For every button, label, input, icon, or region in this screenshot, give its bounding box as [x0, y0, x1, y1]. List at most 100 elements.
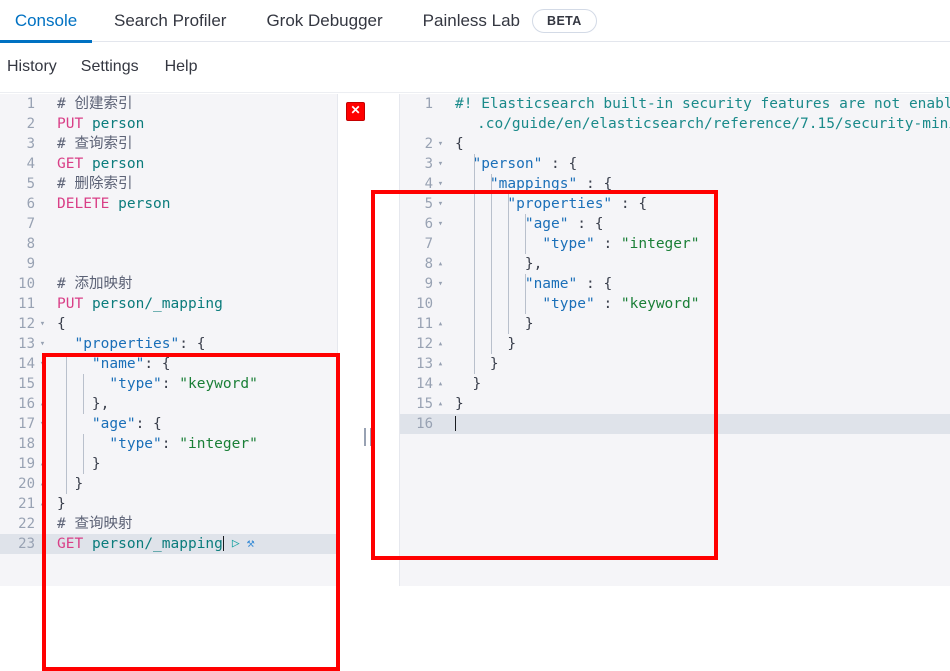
request-line-number: 1: [26, 96, 35, 112]
response-line-4[interactable]: 4 ▾ "mappings" : {: [400, 174, 950, 194]
request-line-number: 16: [18, 396, 35, 412]
request-line-number: 20: [18, 476, 35, 492]
response-line-3[interactable]: 3 ▾ "person" : {: [400, 154, 950, 174]
fold-toggle-icon[interactable]: ▾: [434, 154, 447, 174]
request-line-number: 23: [18, 536, 35, 552]
response-line-2[interactable]: 2 ▾ {: [400, 134, 950, 154]
request-line-4[interactable]: 4 GET person: [0, 154, 337, 174]
fold-toggle-icon[interactable]: ▴: [36, 494, 49, 514]
console-sub-toolbar: History Settings Help: [0, 42, 950, 93]
response-line-6[interactable]: 6 ▾ "age" : {: [400, 214, 950, 234]
help-button[interactable]: Help: [165, 58, 198, 76]
fold-toggle-icon[interactable]: ▾: [36, 314, 49, 334]
response-line-number: 5: [424, 196, 433, 212]
response-line-text: "age" : {: [524, 216, 604, 232]
fold-toggle-icon[interactable]: ▾: [434, 274, 447, 294]
request-line-12[interactable]: 12 ▾ {: [0, 314, 337, 334]
response-line-7[interactable]: 7 "type" : "integer": [400, 234, 950, 254]
response-line-12[interactable]: 12 ▴ }: [400, 334, 950, 354]
splitter-drag-handle[interactable]: [364, 428, 372, 446]
request-line-21[interactable]: 21 ▴}: [0, 494, 337, 514]
response-line-16[interactable]: 16: [400, 414, 950, 434]
primary-tab-bar: Console Search Profiler Grok Debugger Pa…: [0, 0, 950, 43]
request-line-9[interactable]: 9: [0, 254, 337, 274]
fold-toggle-icon[interactable]: ▴: [36, 474, 49, 494]
request-line-text: # 创建索引: [57, 96, 133, 112]
fold-toggle-icon[interactable]: ▴: [434, 334, 447, 354]
response-line-number: 13: [416, 356, 433, 372]
request-line-text: # 删除索引: [57, 176, 133, 192]
request-line-6[interactable]: 6 DELETE person: [0, 194, 337, 214]
fold-toggle-icon[interactable]: ▾: [434, 174, 447, 194]
fold-toggle-icon[interactable]: ▾: [434, 194, 447, 214]
tab-search-profiler[interactable]: Search Profiler: [114, 0, 226, 42]
fold-toggle-icon[interactable]: ▾: [36, 354, 49, 374]
fold-toggle-icon[interactable]: ▾: [434, 214, 447, 234]
request-line-7[interactable]: 7: [0, 214, 337, 234]
response-line-15[interactable]: 15 ▴}: [400, 394, 950, 414]
request-line-11[interactable]: 11 PUT person/_mapping: [0, 294, 337, 314]
settings-button[interactable]: Settings: [81, 58, 139, 76]
request-line-5[interactable]: 5 # 删除索引: [0, 174, 337, 194]
response-line-text: }: [524, 316, 534, 332]
request-line-text: },: [91, 396, 110, 412]
response-editor[interactable]: 1 #! Elasticsearch built-in security feat…: [400, 94, 950, 586]
close-icon[interactable]: ✕: [346, 102, 365, 121]
request-line-19[interactable]: 19 ▴ }: [0, 454, 337, 474]
request-line-17[interactable]: 17 ▾ "age": {: [0, 414, 337, 434]
wrench-icon[interactable]: ⚒: [240, 534, 255, 554]
response-line-text: }: [472, 376, 482, 392]
request-line-number: 19: [18, 456, 35, 472]
request-line-text: "type": "integer": [109, 436, 258, 452]
response-line-13[interactable]: 13 ▴ }: [400, 354, 950, 374]
request-line-number: 7: [26, 216, 35, 232]
editor-splitter[interactable]: ✕: [337, 94, 400, 586]
response-line-number: 8: [424, 256, 433, 272]
request-line-22[interactable]: 22 # 查询映射: [0, 514, 337, 534]
fold-toggle-icon[interactable]: ▾: [36, 414, 49, 434]
request-line-2[interactable]: 2 PUT person: [0, 114, 337, 134]
request-line-10[interactable]: 10 # 添加映射: [0, 274, 337, 294]
fold-toggle-icon[interactable]: ▴: [434, 374, 447, 394]
response-warning-row: 1 #! Elasticsearch built-in security feat…: [400, 94, 950, 114]
response-line-5[interactable]: 5 ▾ "properties" : {: [400, 194, 950, 214]
tab-console[interactable]: Console: [0, 0, 92, 43]
request-line-3[interactable]: 3 # 查询索引: [0, 134, 337, 154]
play-icon[interactable]: ▷: [224, 534, 240, 554]
response-line-8[interactable]: 8 ▴ },: [400, 254, 950, 274]
response-line-11[interactable]: 11 ▴ }: [400, 314, 950, 334]
request-line-8[interactable]: 8: [0, 234, 337, 254]
request-line-20[interactable]: 20 ▴ }: [0, 474, 337, 494]
response-line-number: 15: [416, 396, 433, 412]
request-line-text: GET person: [57, 156, 145, 172]
fold-toggle-icon[interactable]: ▴: [36, 394, 49, 414]
request-line-15[interactable]: 15 "type": "keyword": [0, 374, 337, 394]
fold-toggle-icon[interactable]: ▴: [434, 354, 447, 374]
fold-toggle-icon[interactable]: ▴: [434, 314, 447, 334]
fold-toggle-icon[interactable]: ▴: [36, 454, 49, 474]
request-line-23[interactable]: 23 GET person/_mapping ▷ ⚒: [0, 534, 337, 554]
request-line-text: DELETE person: [57, 196, 171, 212]
request-line-text: # 查询映射: [57, 516, 133, 532]
tab-grok-debugger-label: Grok Debugger: [266, 10, 383, 30]
request-line-16[interactable]: 16 ▴ },: [0, 394, 337, 414]
history-button[interactable]: History: [7, 58, 57, 76]
request-line-18[interactable]: 18 "type": "integer": [0, 434, 337, 454]
request-line-1[interactable]: 1 # 创建索引: [0, 94, 337, 114]
tab-grok-debugger[interactable]: Grok Debugger: [266, 0, 382, 42]
response-line-14[interactable]: 14 ▴ }: [400, 374, 950, 394]
fold-toggle-icon[interactable]: ▾: [434, 134, 447, 154]
request-editor[interactable]: 1 # 创建索引 2 PUT person 3 # 查询索引 4 GET person 5 # 删…: [0, 94, 337, 586]
response-line-10[interactable]: 10 "type" : "keyword": [400, 294, 950, 314]
request-line-number: 4: [26, 156, 35, 172]
response-line-9[interactable]: 9 ▾ "name" : {: [400, 274, 950, 294]
fold-toggle-icon[interactable]: ▴: [434, 394, 447, 414]
response-warning-text: .co/guide/en/elasticsearch/reference/7.1…: [477, 116, 950, 132]
fold-toggle-icon[interactable]: ▴: [434, 254, 447, 274]
request-line-13[interactable]: 13 ▾ "properties": {: [0, 334, 337, 354]
response-line-text: {: [455, 136, 464, 152]
request-line-14[interactable]: 14 ▾ "name": {: [0, 354, 337, 374]
tab-painless-lab[interactable]: Painless Lab: [423, 0, 520, 42]
response-line-text: [447, 414, 456, 434]
fold-toggle-icon[interactable]: ▾: [36, 334, 49, 354]
